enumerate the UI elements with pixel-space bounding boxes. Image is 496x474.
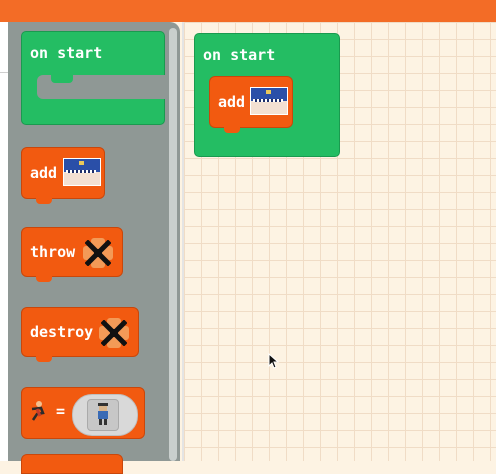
projectile-image-icon[interactable] [81,236,115,270]
destroy-label: destroy [30,323,94,341]
block-tab [224,127,240,133]
equals-label: = [56,402,66,420]
flyout-set-sprite-block[interactable]: = [21,387,145,439]
on-start-label: on start [30,44,103,62]
add-label: add [218,93,246,111]
flyout-scrollbar[interactable] [169,28,177,461]
throw-label: throw [30,243,76,261]
flyout-partial-block[interactable] [21,454,123,474]
flyout-add-block[interactable]: add [21,147,105,204]
mouse-cursor-icon [268,353,280,369]
slot-notch [51,75,73,83]
on-start-label: on start [203,46,276,64]
flyout-destroy-block[interactable]: destroy [21,307,139,362]
block-tab [36,356,52,362]
toolbox-edge [0,22,8,461]
flyout-on-start-block[interactable]: on start [21,31,167,125]
workspace-on-start-block[interactable]: on start add [194,33,340,157]
sprite-thumbnail-icon [87,399,119,431]
sprite-image-icon[interactable] [250,87,288,115]
projectile-image-icon[interactable] [97,316,131,350]
sprite-picker[interactable] [72,394,138,436]
sprite-image-icon[interactable] [63,158,101,186]
flyout-throw-block[interactable]: throw [21,227,123,282]
divider [0,72,8,73]
top-bar [0,0,496,22]
workspace-add-block[interactable]: add [209,76,293,133]
block-tab [36,276,52,282]
block-tab [36,198,52,204]
player-icon [31,401,45,421]
add-label: add [30,164,58,182]
code-workspace[interactable]: on start add [182,22,496,461]
block-flyout: on start add throw destroy = [8,22,180,474]
